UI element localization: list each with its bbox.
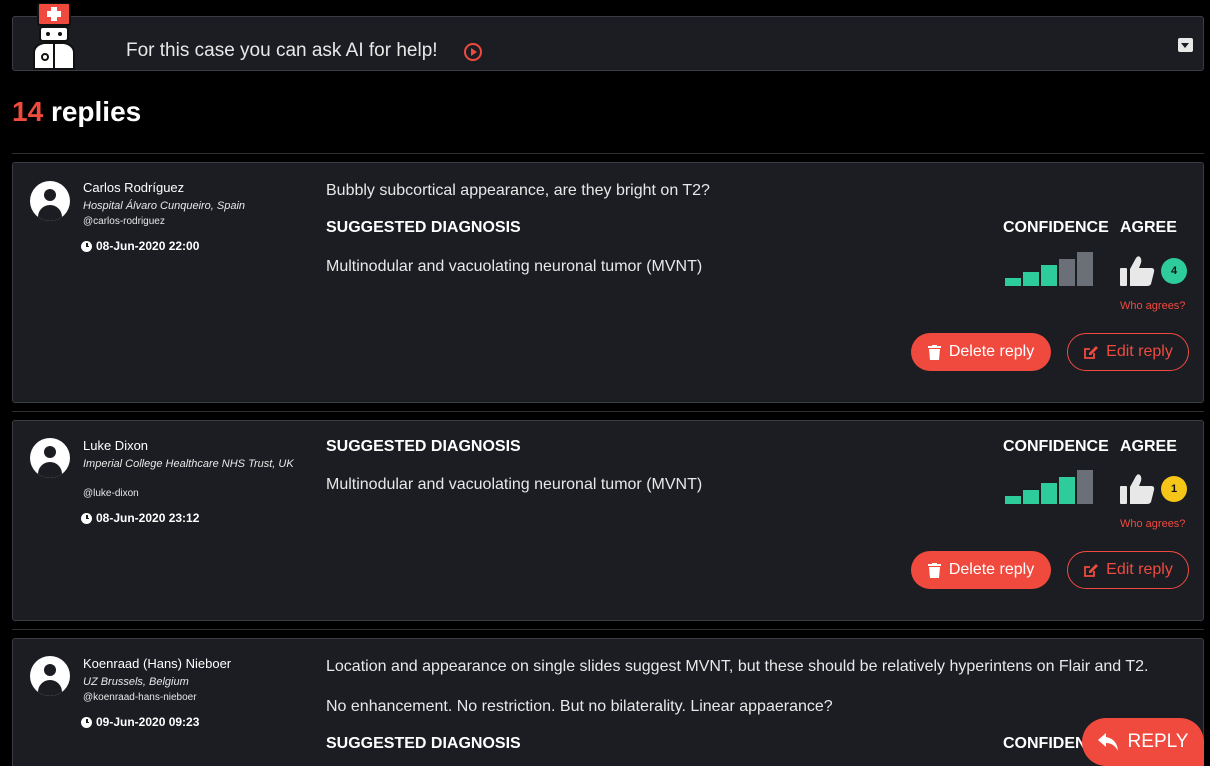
timestamp-text: 09-Jun-2020 09:23 [96,715,200,729]
who-agrees-link[interactable]: Who agrees? [1120,300,1185,312]
diagnosis-text: Multinodular and vacuolating neuronal tu… [326,258,703,275]
confidence-meter [1005,470,1095,504]
confidence-bar [1005,496,1021,504]
timestamp-text: 08-Jun-2020 23:12 [96,511,200,525]
ai-help-text: For this case you can ask AI for help! [126,40,438,61]
confidence-bar [1041,265,1057,286]
suggested-diagnosis-label: SUGGESTED DIAGNOSIS [326,735,521,752]
timestamp-text: 08-Jun-2020 22:00 [96,239,200,253]
suggested-diagnosis-label: SUGGESTED DIAGNOSIS [326,438,521,455]
delete-reply-button[interactable]: Delete reply [911,333,1051,371]
author-name[interactable]: Carlos Rodríguez [83,180,184,195]
agree-count-badge: 1 [1161,476,1187,502]
clock-icon [81,240,92,252]
confidence-label: CONFIDENCE [1003,219,1109,236]
delete-reply-button[interactable]: Delete reply [911,551,1051,589]
author-name[interactable]: Koenraad (Hans) Nieboer [83,656,231,671]
who-agrees-link[interactable]: Who agrees? [1120,518,1185,530]
thumbs-up-icon[interactable] [1120,255,1156,287]
edit-reply-label: Edit reply [1106,343,1173,360]
reply-comment: Location and appearance on single slides… [326,658,1149,675]
trash-icon [927,562,941,578]
divider [12,153,1204,154]
replies-heading: 14 replies [12,96,141,128]
clock-icon [81,716,92,728]
avatar [30,438,70,478]
confidence-bar [1023,489,1039,504]
thumbs-up-icon[interactable] [1120,473,1156,505]
confidence-bar [1077,470,1093,504]
confidence-meter [1005,252,1095,286]
chevron-down-icon[interactable] [1178,38,1193,52]
avatar [30,656,70,696]
replies-label: replies [50,96,142,127]
trash-icon [927,344,941,360]
doctor-icon [33,3,75,70]
agree-label: AGREE [1120,438,1177,455]
author-hospital: Imperial College Healthcare NHS Trust, U… [83,458,294,470]
reply-card: Luke Dixon Imperial College Healthcare N… [12,420,1204,621]
delete-reply-label: Delete reply [948,561,1035,578]
reply-timestamp: 09-Jun-2020 09:23 [81,715,199,729]
agree-label: AGREE [1120,219,1177,236]
edit-icon [1084,563,1099,577]
author-handle: @carlos-rodriguez [83,216,165,227]
reply-button[interactable]: REPLY [1082,718,1204,766]
confidence-bar [1059,476,1075,504]
reply-card: Carlos Rodríguez Hospital Álvaro Cunquei… [12,162,1204,403]
delete-reply-label: Delete reply [948,343,1035,360]
edit-reply-label: Edit reply [1106,561,1173,578]
edit-reply-button[interactable]: Edit reply [1067,551,1189,589]
play-icon[interactable] [464,43,482,61]
author-hospital: UZ Brussels, Belgium [83,676,189,688]
confidence-label: CONFIDENCE [1003,438,1109,455]
confidence-bar [1077,252,1093,286]
divider [12,629,1204,630]
author-name[interactable]: Luke Dixon [83,438,148,453]
confidence-bar [1023,271,1039,286]
reply-comment: Bubbly subcortical appearance, are they … [326,182,710,199]
edit-icon [1084,345,1099,359]
confidence-bar [1041,483,1057,504]
diagnosis-text: Multinodular and vacuolating neuronal tu… [326,476,703,493]
confidence-bar [1059,258,1075,286]
clock-icon [81,512,92,524]
reply-comment: No enhancement. No restriction. But no b… [326,698,833,715]
avatar [30,181,70,221]
author-handle: @luke-dixon [83,488,139,499]
edit-reply-button[interactable]: Edit reply [1067,333,1189,371]
reply-button-label: REPLY [1127,731,1189,752]
divider [12,411,1204,412]
author-hospital: Hospital Álvaro Cunqueiro, Spain [83,200,246,212]
reply-timestamp: 08-Jun-2020 23:12 [81,511,199,525]
agree-count-badge: 4 [1161,258,1187,284]
reply-arrow-icon [1097,733,1118,751]
replies-count: 14 [12,96,44,127]
author-handle: @koenraad-hans-nieboer [83,692,197,703]
suggested-diagnosis-label: SUGGESTED DIAGNOSIS [326,219,521,236]
confidence-bar [1005,278,1021,286]
reply-card: Koenraad (Hans) Nieboer UZ Brussels, Bel… [12,638,1204,766]
reply-timestamp: 08-Jun-2020 22:00 [81,239,199,253]
